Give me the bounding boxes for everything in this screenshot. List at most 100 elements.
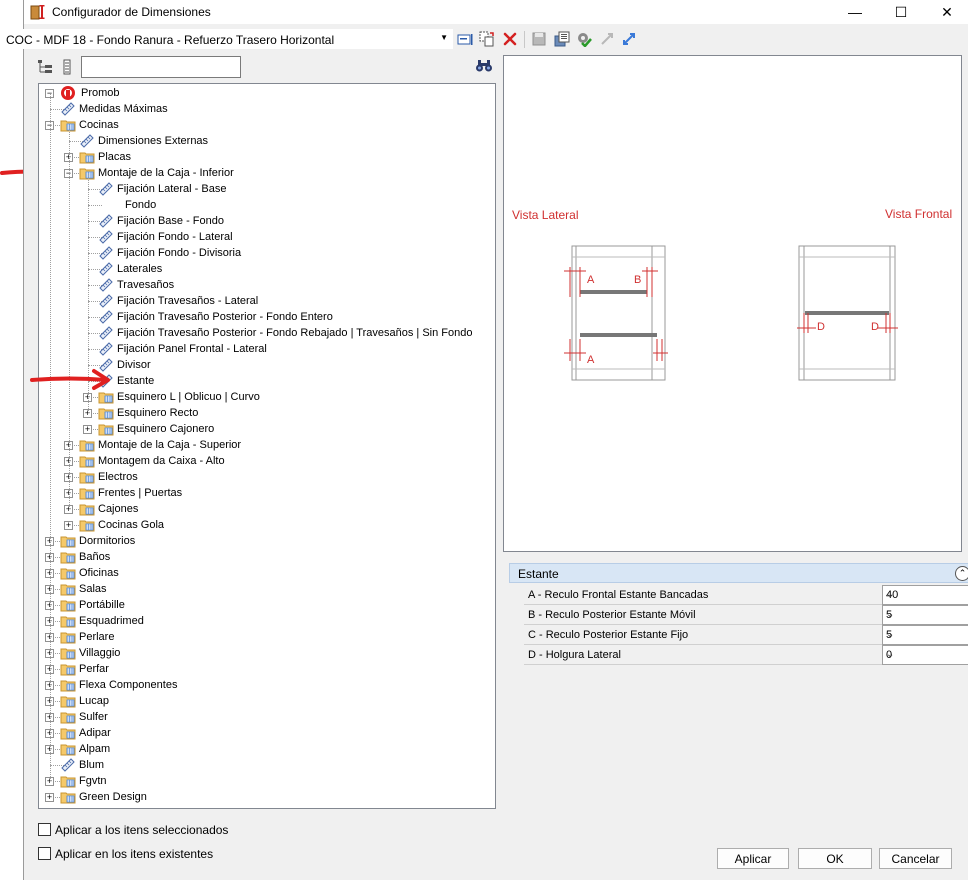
tree-item[interactable]: Laterales <box>39 261 495 277</box>
tree-item[interactable]: + Montaje de la Caja - Superior <box>39 437 495 453</box>
tree-item[interactable]: + Alpam <box>39 741 495 757</box>
property-value-select[interactable]: 0 ⌄ <box>882 645 968 665</box>
folder-icon <box>60 600 76 612</box>
marker-b: B <box>634 274 641 286</box>
tree-item[interactable]: Dimensiones Externas <box>39 133 495 149</box>
tree-item[interactable]: + Electros <box>39 469 495 485</box>
expand-all-icon[interactable] <box>621 31 637 47</box>
config-selector[interactable]: COC - MDF 18 - Fondo Ranura - Refuerzo T… <box>3 29 453 49</box>
tree-guide-line <box>50 94 51 781</box>
tree-item[interactable]: + Perlare <box>39 629 495 645</box>
tree-item-label: Fijación Base - Fondo <box>117 215 224 227</box>
tree-item[interactable]: + Baños <box>39 549 495 565</box>
tree-item[interactable]: + Cocinas Gola <box>39 517 495 533</box>
tree-hierarchy-icon[interactable] <box>37 59 53 75</box>
binoculars-icon[interactable] <box>475 58 493 74</box>
tree-item-label: Laterales <box>117 263 163 275</box>
collapse-section-button[interactable]: ⌃ <box>955 566 968 581</box>
delete-icon[interactable] <box>502 31 518 47</box>
tree-item[interactable]: Fijación Fondo - Divisoria <box>39 245 495 261</box>
tree-item[interactable]: Fijación Base - Fondo <box>39 213 495 229</box>
tree-search-input[interactable] <box>81 56 241 78</box>
dimension-icon <box>80 134 94 148</box>
folder-icon <box>60 744 76 756</box>
tree-item[interactable]: − Montaje de la Caja - Inferior <box>39 165 495 181</box>
tree-item[interactable]: Fijación Travesaños - Lateral <box>39 293 495 309</box>
export-icon[interactable] <box>554 31 570 47</box>
ok-button[interactable]: OK <box>798 848 872 869</box>
property-value-select[interactable]: 5 ⌄ <box>882 605 968 625</box>
tree-item[interactable]: + Esquinero Cajonero <box>39 421 495 437</box>
tree-item-label: Frentes | Puertas <box>98 487 183 499</box>
chevron-up-icon: ⌃ <box>958 568 967 578</box>
tree-item[interactable]: + Portábille <box>39 597 495 613</box>
expand-toggle[interactable]: + <box>83 425 92 434</box>
tree-item[interactable]: + Salas <box>39 581 495 597</box>
tree-item[interactable]: + Esquinero Recto <box>39 405 495 421</box>
dimension-icon <box>99 310 113 324</box>
save-icon[interactable] <box>531 31 547 47</box>
edit-config-icon[interactable] <box>457 31 473 47</box>
tree-item[interactable]: Fondo <box>39 197 495 213</box>
tree-item-label: Fijación Fondo - Divisoria <box>117 247 242 259</box>
tree-item-label: Adipar <box>79 727 111 739</box>
chevron-down-icon: ⌄ <box>886 629 895 640</box>
check-settings-icon[interactable] <box>576 31 592 47</box>
tree-item-label: Montaje de la Caja - Superior <box>98 439 242 451</box>
maximize-button[interactable]: ☐ <box>878 0 924 24</box>
minimize-button[interactable]: — <box>832 0 878 24</box>
folder-icon <box>98 408 114 420</box>
tree-item[interactable]: + Cajones <box>39 501 495 517</box>
main-toolbar: COC - MDF 18 - Fondo Ranura - Refuerzo T… <box>3 27 968 51</box>
tree-list-icon[interactable] <box>59 59 75 75</box>
folder-icon <box>60 792 76 804</box>
tree-item[interactable]: + Esquadrimed <box>39 613 495 629</box>
tree-item[interactable]: + Fgvtn <box>39 773 495 789</box>
tree-item[interactable]: Fijación Panel Frontal - Lateral <box>39 341 495 357</box>
cancel-button[interactable]: Cancelar <box>879 848 952 869</box>
folder-icon <box>60 664 76 676</box>
tree-item[interactable]: + Dormitorios <box>39 533 495 549</box>
tree-item[interactable]: + Flexa Componentes <box>39 677 495 693</box>
tree-item[interactable]: + Oficinas <box>39 565 495 581</box>
expand-toggle[interactable]: + <box>64 521 73 530</box>
maximize-icon: ☐ <box>894 3 908 20</box>
tree-item[interactable]: Travesaños <box>39 277 495 293</box>
tree-item-label: Esquinero L | Oblicuo | Curvo <box>117 391 260 403</box>
apply-existing-label: Aplicar en los itens existentes <box>55 847 214 861</box>
chevron-down-icon: ⌄ <box>886 609 895 620</box>
tree-item[interactable]: + Placas <box>39 149 495 165</box>
tree-item[interactable]: + Frentes | Puertas <box>39 485 495 501</box>
close-button[interactable]: ✕ <box>924 0 968 24</box>
tree-item[interactable]: + Perfar <box>39 661 495 677</box>
tree-item[interactable]: Fijación Lateral - Base <box>39 181 495 197</box>
component-tree[interactable]: − Promob Medidas Máximas − Cocinas Dimensio… <box>38 83 496 809</box>
apply-selected-checkbox[interactable] <box>38 823 51 836</box>
folder-icon <box>60 536 76 548</box>
tree-item[interactable]: Medidas Máximas <box>39 101 495 117</box>
tree-item[interactable]: + Adipar <box>39 725 495 741</box>
tree-item[interactable]: + Sulfer <box>39 709 495 725</box>
apply-existing-checkbox[interactable] <box>38 847 51 860</box>
folder-icon <box>60 552 76 564</box>
tree-item[interactable]: Fijación Travesaño Posterior - Fondo Ent… <box>39 309 495 325</box>
tree-item[interactable]: Blum <box>39 757 495 773</box>
property-value-select[interactable]: 40 ⌄ <box>882 585 968 605</box>
expand-toggle[interactable]: + <box>45 793 54 802</box>
tree-item[interactable]: + Villaggio <box>39 645 495 661</box>
tree-item-label: Dimensiones Externas <box>98 135 209 147</box>
collapse-all-icon[interactable] <box>599 31 615 47</box>
tree-item[interactable]: + Green Design <box>39 789 495 805</box>
tree-item-label: Perfar <box>79 663 109 675</box>
tree-item[interactable]: + Lucap <box>39 693 495 709</box>
tree-item-label: Sulfer <box>79 711 108 723</box>
apply-button[interactable]: Aplicar <box>717 848 789 869</box>
copy-config-icon[interactable] <box>479 31 495 47</box>
tree-item[interactable]: Fijación Travesaño Posterior - Fondo Reb… <box>39 325 495 341</box>
tree-item[interactable]: − Cocinas <box>39 117 495 133</box>
tree-item[interactable]: Fijación Fondo - Lateral <box>39 229 495 245</box>
property-value-select[interactable]: 5 ⌄ <box>882 625 968 645</box>
property-row: B - Reculo Posterior Estante Móvil 5 ⌄ <box>524 605 968 625</box>
tree-item[interactable]: + Montagem da Caixa - Alto <box>39 453 495 469</box>
folder-icon <box>60 696 76 708</box>
